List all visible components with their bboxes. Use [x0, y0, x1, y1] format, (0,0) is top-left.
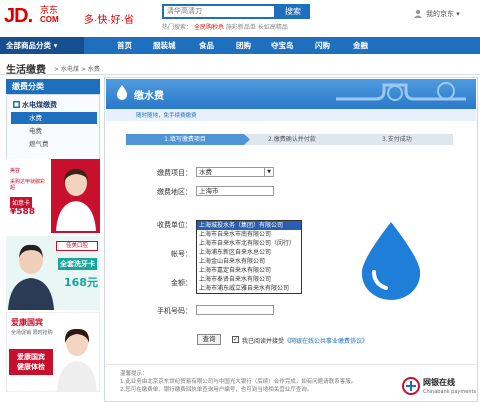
dropdown-option[interactable]: 上海市自来水市北有限公司（闵行） — [197, 239, 301, 248]
my-jd-link[interactable]: 我的京东 ▾ — [426, 9, 460, 19]
all-categories-button[interactable]: 全部商品分类 ▾ — [0, 37, 84, 54]
dropdown-option[interactable]: 上海浦东新区自来水总公司 — [197, 248, 301, 257]
main-nav: 全部商品分类 ▾ 首页 服装城 食品 团购 夺宝岛 闪购 金融 — [0, 37, 480, 54]
phone-input[interactable] — [196, 305, 274, 315]
ad-banner-meirong[interactable]: 美容 采购达甲状腺彩超 如意卡 ¥588 — [6, 159, 100, 233]
hot-searches: 热门搜索： 全民购秒杀 施彩新品单 长虹高精品 — [162, 22, 288, 31]
chinabank-en: Chinabank payments — [423, 389, 477, 395]
ad-person-image — [56, 169, 96, 231]
hot-item[interactable]: 全民购秒杀 — [194, 24, 224, 31]
divider — [106, 364, 476, 365]
ad-card-name: 爱康国宾 健康体检 — [9, 349, 53, 375]
ad-card-name: 全套洗牙卡 — [58, 258, 97, 270]
main-title: 缴水费 — [134, 91, 164, 102]
progress-steps: 1.填写缴费项目 2.缴费确认并付款 3.支付成功 — [126, 134, 453, 145]
ad-brand: 美容 — [10, 168, 21, 174]
dropdown-option[interactable]: 上海市自来水市南有限公司 — [197, 230, 301, 239]
main-subtitle: 随时随地，免手续费缴费 — [136, 113, 197, 119]
account-label: 帐号： — [171, 250, 192, 258]
step-2: 2.缴费确认并付款 — [268, 136, 316, 143]
ad-brand: 佳美口腔 — [56, 241, 98, 251]
nav-item-clothing[interactable]: 服装城 — [153, 37, 176, 54]
nav-item-home[interactable]: 首页 — [117, 37, 132, 54]
jd-logo[interactable]: JD. — [4, 5, 33, 28]
chevron-down-icon: ▼ — [264, 168, 273, 176]
breadcrumb[interactable]: > 水电煤 > 水费 — [54, 64, 100, 73]
agreement-link[interactable]: 《网银在线公共事业缴费协议》 — [284, 338, 368, 345]
divider — [0, 74, 480, 75]
ad-person-image — [57, 328, 97, 391]
dropdown-option[interactable]: 上海市嘉定自来水有限公司 — [197, 266, 301, 275]
nav-item-treasure[interactable]: 夺宝岛 — [271, 37, 294, 54]
ad-text: 采购达甲状腺彩超 — [10, 179, 46, 191]
hot-item[interactable]: 施彩新品单 — [226, 24, 256, 31]
region-field[interactable]: 上海市 — [196, 186, 274, 196]
phone-label: 手机号码： — [157, 307, 192, 315]
ad-text: 全场促销 限时抢购 — [11, 330, 53, 336]
sidebar-item-water[interactable]: 水费 — [11, 112, 97, 124]
chinabank-name: 网银在线 — [423, 378, 455, 387]
pipe-decoration-icon — [336, 82, 466, 101]
sidebar-item-electricity[interactable]: 电费 — [11, 125, 97, 137]
unit-dropdown-list[interactable]: 上海城投水务（集团）有限公司 上海市自来水市南有限公司 上海市自来水市北有限公司… — [196, 220, 302, 294]
ad-banner-jiamei[interactable]: 佳美口腔 全套洗牙卡 168元 — [6, 236, 100, 310]
sidebar-category-title[interactable]: 水电煤缴费 — [22, 100, 57, 110]
ad-price: ¥588 — [10, 207, 36, 217]
step-1: 1.填写缴费项目 — [126, 134, 244, 145]
ad-person-image — [8, 244, 54, 310]
logo-com-text: COM — [40, 15, 59, 24]
agree-label: 我已阅读并接受 — [242, 338, 285, 345]
hot-label: 热门搜索： — [162, 24, 193, 31]
sidebar-item-gas[interactable]: 燃气费 — [11, 138, 97, 150]
user-icon — [414, 9, 422, 18]
ad-brand: 爱康国宾 — [11, 318, 43, 327]
amount-label: 金额： — [171, 279, 192, 287]
dropdown-option[interactable]: 上海金山自来水有限公司 — [197, 257, 301, 266]
agree-checkbox[interactable]: ✓ — [232, 336, 239, 343]
item-label: 缴费项目： — [157, 169, 192, 177]
nav-item-finance[interactable]: 金融 — [353, 37, 368, 54]
search-button[interactable]: 搜索 — [276, 4, 310, 19]
note-line: 1.此业务由北京京东世纪贸易有限公司与中国光大银行（后续）合作完成，如有问题请联… — [120, 379, 357, 385]
ad-price: 168元 — [64, 276, 98, 289]
query-button[interactable]: 查询 — [197, 334, 221, 345]
chinabank-logo: 网银在线 Chinabank payments — [402, 375, 476, 399]
top-bar: JD. 京东 COM 多·快·好·省 搜索 热门搜索： 全民购秒杀 施彩新品单 … — [0, 0, 480, 36]
ad-banner-aikang[interactable]: 爱康国宾 全场促销 限时抢购 爱康国宾 健康体检 — [6, 312, 100, 392]
category-icon — [13, 101, 20, 108]
hot-item[interactable]: 长虹高精品 — [258, 24, 288, 31]
region-value: 上海市 — [199, 187, 219, 195]
item-select-value: 水费 — [199, 168, 212, 176]
step-3: 3.支付成功 — [382, 136, 412, 143]
unit-label: 收费单位： — [157, 221, 192, 229]
sidebar-heading: 缴费分类 — [6, 79, 100, 94]
dropdown-option[interactable]: 上海市浦东威立雅自来水有限公司 — [197, 284, 301, 293]
logo-jingdong-text: 京东 — [40, 5, 59, 15]
item-select[interactable]: 水费 ▼ — [196, 167, 274, 177]
region-label: 缴费地区： — [157, 188, 192, 196]
nav-item-group-buy[interactable]: 团购 — [236, 37, 251, 54]
dropdown-option[interactable]: 上海城投水务（集团）有限公司 — [197, 221, 301, 230]
water-drop-icon — [361, 222, 421, 300]
agree-text: 我已阅读并接受《网银在线公共事业缴费协议》 — [242, 336, 368, 345]
step-arrow-icon — [244, 134, 250, 145]
ad-panel: 美容 采购达甲状腺彩超 如意卡 ¥588 — [6, 159, 51, 233]
notes: 温馨提示： 1.此业务由北京京东世纪贸易有限公司与中国光大银行（后续）合作完成，… — [120, 370, 400, 394]
nav-item-flash-sale[interactable]: 闪购 — [315, 37, 330, 54]
dropdown-option[interactable]: 上海市奉贤自来水有限公司 — [197, 275, 301, 284]
search-input[interactable] — [162, 4, 276, 19]
notes-title: 温馨提示： — [120, 371, 148, 377]
note-line: 2.您可在缴费单、银行缴费回执单查询用户编号，也可到当地相关营业厅查询。 — [120, 387, 313, 393]
jd-logo-com: 京东 COM — [40, 5, 59, 25]
water-drop-icon — [116, 85, 128, 100]
nav-item-food[interactable]: 食品 — [199, 37, 214, 54]
chinabank-icon — [402, 377, 420, 395]
slogan: 多·快·好·省 — [84, 15, 134, 26]
